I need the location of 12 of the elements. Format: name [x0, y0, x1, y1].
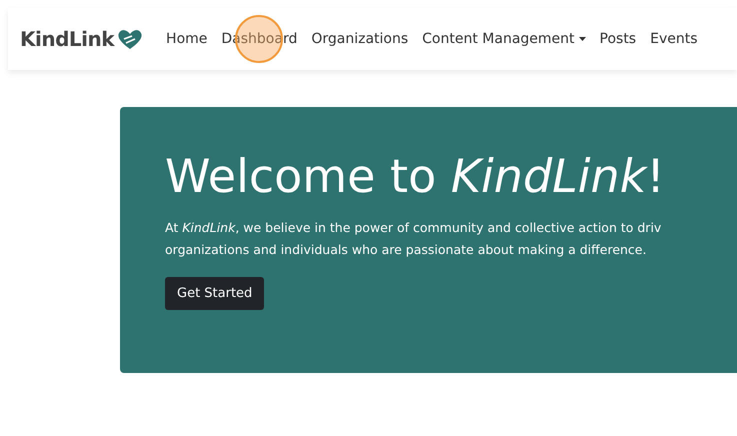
nav-link[interactable]: Home	[166, 31, 208, 47]
nav-link[interactable]: Events	[650, 31, 698, 47]
hero-title: Welcome to KindLink!	[165, 149, 666, 203]
nav-link[interactable]: Organizations	[311, 31, 408, 47]
logo-text[interactable]: KindLink	[20, 27, 114, 51]
hero-text: organizations and individuals who are passionate about making a difference.	[165, 241, 648, 259]
heart-icon	[116, 27, 144, 51]
hero-text: At KindLink, we believe in the power of community and collective action to driv	[165, 219, 662, 237]
caret-icon	[578, 37, 586, 41]
nav-link[interactable]: Posts	[600, 31, 636, 47]
get-started-button[interactable]: Get Started	[165, 277, 264, 310]
nav-link[interactable]: Content Management	[422, 31, 586, 47]
